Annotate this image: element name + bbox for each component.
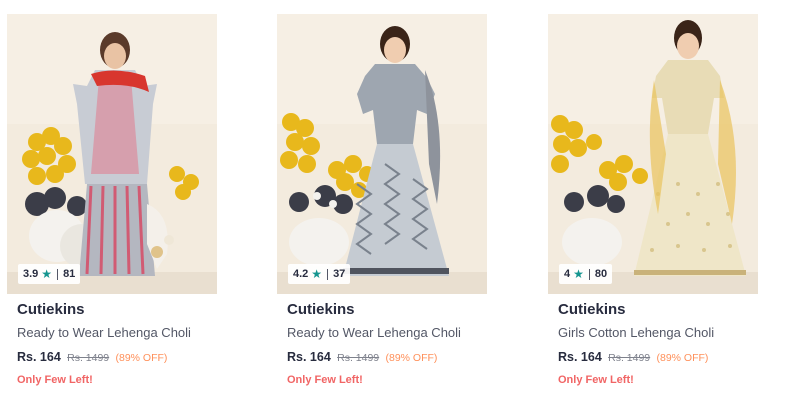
rating-badge: 3.9 ★ 81 bbox=[18, 264, 81, 284]
product-name: Ready to Wear Lehenga Choli bbox=[17, 325, 191, 340]
product-image[interactable] bbox=[548, 14, 758, 294]
stock-note: Only Few Left! bbox=[287, 374, 363, 386]
rating-value: 4 bbox=[564, 268, 571, 280]
product-mrp: Rs. 1499 bbox=[337, 352, 380, 364]
product-card[interactable]: 4 ★ 80 Cutiekins Girls Cotton Lehenga Ch… bbox=[548, 0, 758, 406]
rating-value: 3.9 bbox=[23, 268, 39, 280]
product-info[interactable]: Cutiekins Ready to Wear Lehenga Choli Rs… bbox=[17, 300, 217, 387]
product-price: Rs. 164 bbox=[287, 350, 331, 364]
product-brand: Cutiekins bbox=[558, 301, 626, 318]
product-image[interactable] bbox=[7, 14, 217, 294]
product-mrp: Rs. 1499 bbox=[67, 352, 110, 364]
star-icon: ★ bbox=[573, 267, 584, 281]
rating-badge: 4.2 ★ 37 bbox=[288, 264, 351, 284]
rating-count: 80 bbox=[594, 268, 608, 280]
rating-badge: 4 ★ 80 bbox=[559, 264, 613, 284]
price-row: Rs. 164 Rs. 1499 (89% OFF) bbox=[558, 349, 758, 366]
product-mrp: Rs. 1499 bbox=[608, 352, 651, 364]
rating-divider bbox=[327, 268, 329, 280]
stock-note: Only Few Left! bbox=[17, 374, 93, 386]
stock-note: Only Few Left! bbox=[558, 374, 634, 386]
star-icon: ★ bbox=[41, 267, 53, 281]
rating-count: 81 bbox=[63, 268, 76, 280]
product-card[interactable]: 3.9 ★ 81 Cutiekins Ready to Wear Lehenga… bbox=[7, 0, 217, 406]
product-price: Rs. 164 bbox=[558, 350, 602, 364]
product-discount: (89% OFF) bbox=[656, 352, 709, 364]
product-name: Girls Cotton Lehenga Choli bbox=[558, 325, 715, 340]
product-image[interactable] bbox=[277, 14, 487, 294]
product-name: Ready to Wear Lehenga Choli bbox=[287, 325, 461, 340]
product-brand: Cutiekins bbox=[17, 301, 85, 318]
rating-divider bbox=[588, 268, 590, 280]
price-row: Rs. 164 Rs. 1499 (89% OFF) bbox=[17, 349, 217, 366]
rating-divider bbox=[57, 268, 59, 280]
product-brand: Cutiekins bbox=[287, 301, 355, 318]
product-price: Rs. 164 bbox=[17, 350, 61, 364]
product-discount: (89% OFF) bbox=[385, 352, 438, 364]
price-row: Rs. 164 Rs. 1499 (89% OFF) bbox=[287, 349, 487, 366]
star-icon: ★ bbox=[311, 267, 323, 281]
product-info[interactable]: Cutiekins Ready to Wear Lehenga Choli Rs… bbox=[287, 300, 487, 387]
rating-value: 4.2 bbox=[293, 268, 309, 280]
product-discount: (89% OFF) bbox=[115, 352, 168, 364]
product-card[interactable]: 4.2 ★ 37 Cutiekins Ready to Wear Lehenga… bbox=[277, 0, 487, 406]
rating-count: 37 bbox=[333, 268, 346, 280]
product-info[interactable]: Cutiekins Girls Cotton Lehenga Choli Rs.… bbox=[558, 300, 758, 387]
